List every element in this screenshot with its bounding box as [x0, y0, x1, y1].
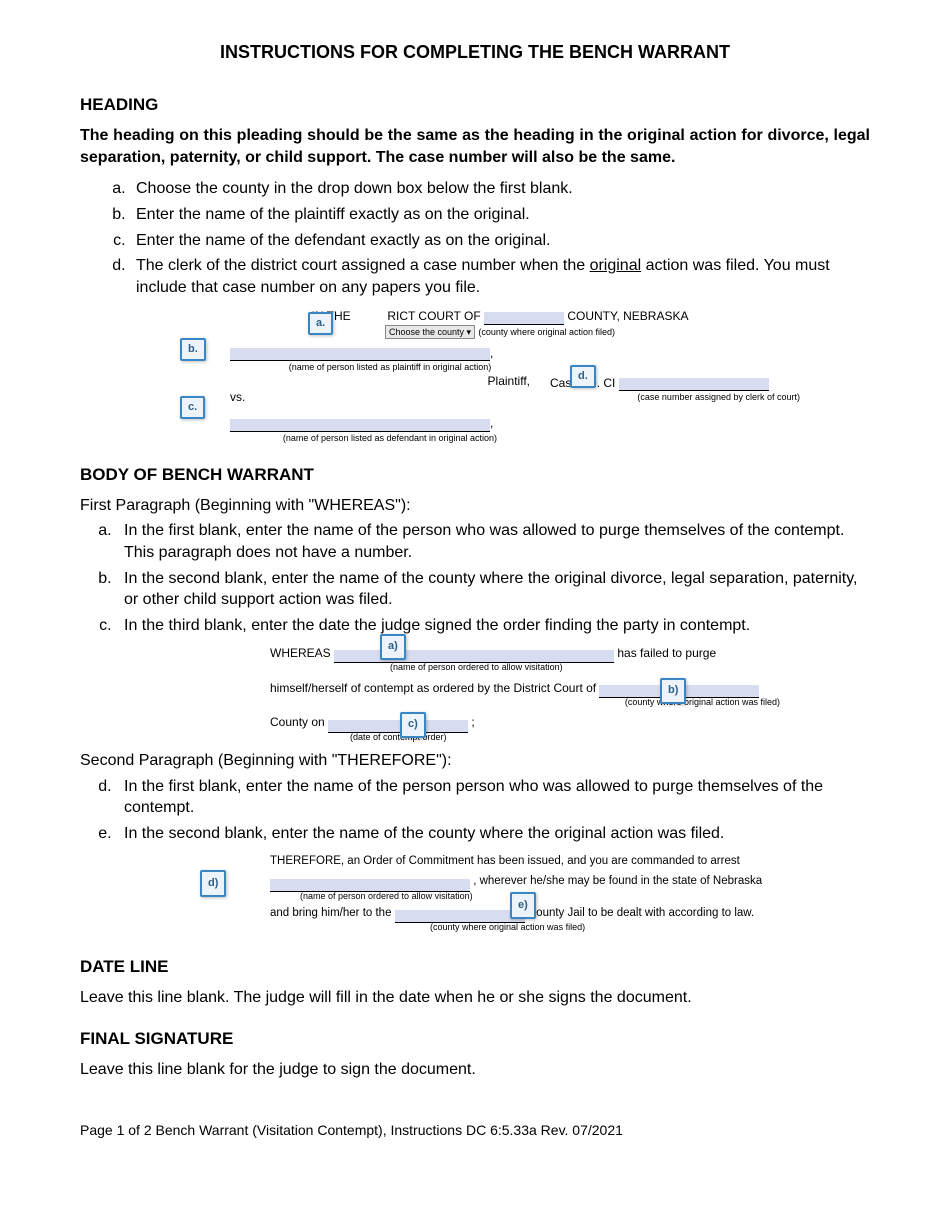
finalsig-text: Leave this line blank for the judge to s…: [80, 1059, 870, 1081]
callout-b: b.: [180, 338, 206, 361]
heading-item-d-underline: original: [590, 257, 642, 274]
whereas-line2: himself/herself of contempt as ordered b…: [270, 681, 596, 695]
heading-item-a: Choose the county in the drop down box b…: [130, 178, 870, 200]
callout-d2: d): [200, 870, 226, 897]
county-caption: (county where original action filed): [478, 327, 615, 337]
court-suffix: COUNTY, NEBRASKA: [567, 309, 688, 323]
court-mid: RICT COURT OF: [387, 309, 480, 323]
whereas-figure: a) b) c) WHEREAS has failed to purge (na…: [270, 644, 810, 744]
page-footer: Page 1 of 2 Bench Warrant (Visitation Co…: [80, 1121, 870, 1140]
callout-d: d.: [570, 365, 596, 388]
therefore-line2tail: , wherever he/she may be found in the st…: [473, 875, 762, 887]
therefore-cap1: (name of person ordered to allow visitat…: [300, 889, 840, 904]
court-title-line: IN THE RICT COURT OF COUNTY, NEBRASKA Ch…: [190, 308, 810, 338]
vs-label: vs.: [230, 389, 550, 405]
defendant-caption: (name of person listed as defendant in o…: [230, 432, 550, 444]
first-para-label: First Paragraph (Beginning with "WHEREAS…: [80, 495, 870, 517]
therefore-figure: d) e) THEREFORE, an Order of Commitment …: [270, 852, 840, 935]
plaintiff-caption: (name of person listed as plaintiff in o…: [230, 361, 550, 373]
therefore-line1: THEREFORE, an Order of Commitment has be…: [270, 852, 840, 872]
finalsig-heading: FINAL SIGNATURE: [80, 1028, 870, 1051]
body-list-1: In the first blank, enter the name of th…: [80, 520, 870, 636]
heading-item-c: Enter the name of the defendant exactly …: [130, 230, 870, 252]
whereas-label: WHEREAS: [270, 646, 331, 660]
therefore-line3post: County Jail to be dealt with according t…: [528, 907, 754, 919]
whereas-cap2: (county where original action was filed): [270, 695, 810, 709]
callout-c: c.: [180, 396, 205, 419]
heading-list: Choose the county in the drop down box b…: [80, 178, 870, 298]
body-heading: BODY OF BENCH WARRANT: [80, 464, 870, 487]
body-item-d: In the first blank, enter the name of th…: [116, 776, 870, 819]
heading-item-d-pre: The clerk of the district court assigned…: [136, 257, 590, 274]
callout-e2: e): [510, 892, 536, 919]
whereas-tail1: has failed to purge: [617, 646, 716, 660]
callout-b2: b): [660, 678, 686, 704]
callout-a2: a): [380, 634, 406, 660]
case-no-blank: [619, 378, 769, 391]
dateline-text: Leave this line blank. The judge will fi…: [80, 987, 870, 1009]
therefore-cap2: (county where original action was filed): [430, 920, 840, 935]
dateline-heading: DATE LINE: [80, 956, 870, 979]
body-item-e: In the second blank, enter the name of t…: [116, 823, 870, 845]
plaintiff-label: Plaintiff,: [190, 373, 550, 389]
heading-item-b: Enter the name of the plaintiff exactly …: [130, 204, 870, 226]
second-para-label: Second Paragraph (Beginning with "THEREF…: [80, 750, 870, 772]
defendant-blank: [230, 419, 490, 432]
page-title: INSTRUCTIONS FOR COMPLETING THE BENCH WA…: [80, 40, 870, 64]
plaintiff-blank: [230, 348, 490, 361]
heading-item-d: The clerk of the district court assigned…: [130, 255, 870, 298]
county-dropdown[interactable]: Choose the county ▾: [385, 325, 475, 339]
case-heading-figure: a. b. c. d. IN THE RICT COURT OF COUNTY,…: [190, 308, 810, 443]
therefore-line3pre: and bring him/her to the: [270, 907, 391, 919]
body-item-b: In the second blank, enter the name of t…: [116, 568, 870, 611]
heading-heading: HEADING: [80, 94, 870, 117]
body-list-2: In the first blank, enter the name of th…: [80, 776, 870, 845]
callout-c2: c): [400, 712, 426, 738]
whereas-line3pre: County on: [270, 715, 325, 729]
callout-a: a.: [308, 312, 333, 335]
body-item-a: In the first blank, enter the name of th…: [116, 520, 870, 563]
case-no-caption: (case number assigned by clerk of court): [550, 391, 810, 403]
heading-intro: The heading on this pleading should be t…: [80, 125, 870, 168]
body-item-c: In the third blank, enter the date the j…: [116, 615, 870, 637]
